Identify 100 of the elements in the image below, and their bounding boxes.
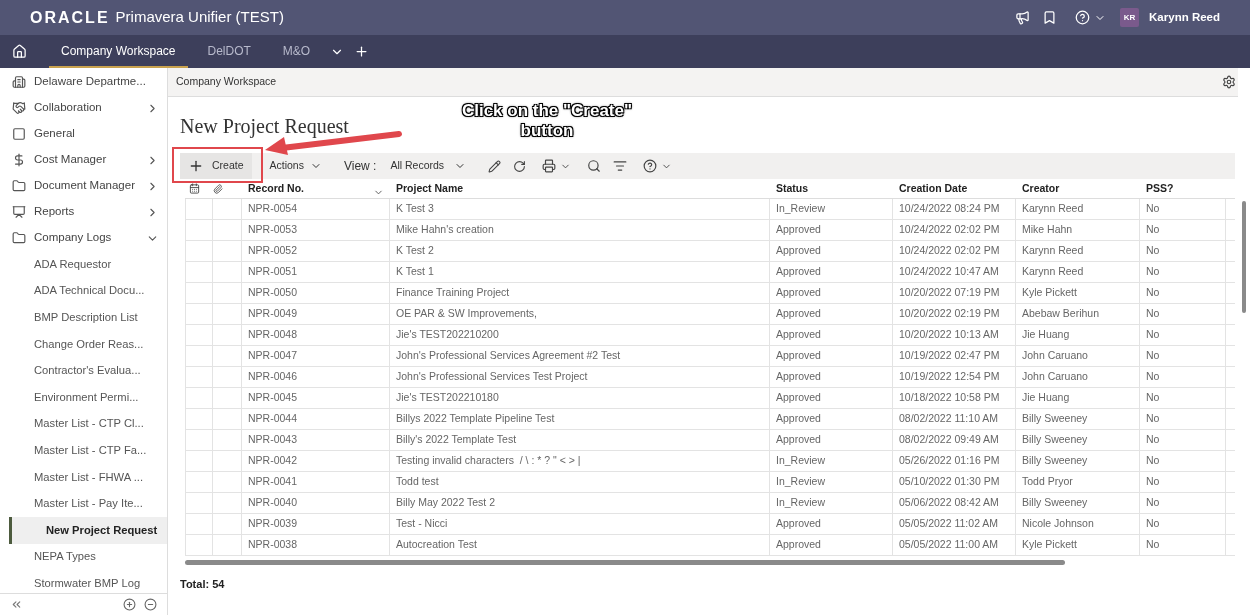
table-cell: 10/24/2022 02:02 PM <box>893 220 1016 240</box>
table-cell: NPR-0040 <box>242 493 390 513</box>
table-cell: No <box>1140 451 1226 471</box>
table-cell: 10/18/2022 10:58 PM <box>893 388 1016 408</box>
sidebar-item[interactable]: Cost Manager <box>34 151 146 169</box>
actions-menu[interactable]: Actions <box>269 158 322 174</box>
sidebar-subitem[interactable]: Stormwater BMP Log <box>0 570 167 593</box>
table-cell: Approved <box>770 409 893 429</box>
table-cell: No <box>1140 514 1226 534</box>
table-cell: Approved <box>770 367 893 387</box>
table-cell: No <box>1140 472 1226 492</box>
create-button[interactable]: Create <box>180 153 252 179</box>
table-cell: No <box>1140 346 1226 366</box>
sidebar-item[interactable]: Collaboration <box>34 99 146 117</box>
table-cell: In_Review <box>770 493 893 513</box>
table-cell: Nicole Johnson <box>1016 514 1140 534</box>
table-cell: No <box>1140 220 1226 240</box>
table-cell: NPR-0043 <box>242 430 390 450</box>
table-cell: Billy Sweeney <box>1016 409 1140 429</box>
table-cell: Mike Hahn's creation <box>390 220 770 240</box>
table-cell: No <box>1140 199 1226 219</box>
sidebar-subitem[interactable]: ADA Technical Docu... <box>0 277 167 305</box>
collapse-icon[interactable] <box>10 598 23 611</box>
add-icon[interactable] <box>354 44 370 59</box>
sidebar-subitem[interactable]: ADA Requestor <box>0 251 167 278</box>
table-cell: NPR-0048 <box>242 325 390 345</box>
sidebar-subitem[interactable]: New Project Request <box>9 516 167 544</box>
table-cell: No <box>1140 388 1226 408</box>
user-name[interactable]: Karynn Reed <box>1149 8 1220 27</box>
breadcrumb[interactable]: Company Workspace <box>176 74 277 90</box>
annotation-text: Click on the "Create" button <box>460 101 634 141</box>
table-cell: 05/06/2022 08:42 AM <box>893 493 1016 513</box>
table-cell: NPR-0049 <box>242 304 390 324</box>
table-cell: No <box>1140 493 1226 513</box>
workspace-tab[interactable]: DelDOT <box>195 35 263 68</box>
table-cell: 10/24/2022 08:24 PM <box>893 199 1016 219</box>
settings-icon[interactable] <box>1222 75 1236 89</box>
horizontal-scrollbar[interactable] <box>185 559 1065 565</box>
table-cell: Approved <box>770 241 893 261</box>
sidebar-item[interactable]: General <box>34 125 159 143</box>
sidebar-subitem[interactable]: Master List - Pay Ite... <box>0 490 167 517</box>
column-header[interactable]: Creator <box>1022 180 1060 197</box>
table-cell: K Test 2 <box>390 241 770 261</box>
column-header[interactable]: Project Name <box>396 180 464 197</box>
table-cell: 05/05/2022 11:00 AM <box>893 535 1016 555</box>
table-cell: No <box>1140 409 1226 429</box>
table-cell: In_Review <box>770 451 893 471</box>
view-label: View : <box>343 158 377 175</box>
calendar-icon <box>189 183 200 194</box>
column-header[interactable]: Creation Date <box>899 180 968 197</box>
user-avatar[interactable]: KR <box>1120 8 1140 27</box>
sidebar-subitem[interactable]: Change Order Reas... <box>0 330 167 358</box>
edit-icon[interactable] <box>488 159 502 173</box>
column-header[interactable]: Status <box>776 180 809 197</box>
square-icon <box>12 127 26 141</box>
megaphone-icon[interactable] <box>1015 10 1031 25</box>
table-cell: NPR-0045 <box>242 388 390 408</box>
column-header[interactable]: PSS? <box>1146 180 1174 197</box>
table-cell: Approved <box>770 220 893 240</box>
view-select[interactable]: All Records <box>390 158 467 174</box>
table-cell: 10/20/2022 07:19 PM <box>893 283 1016 303</box>
table-cell: Billy Sweeney <box>1016 493 1140 513</box>
table-cell: Billy Sweeney <box>1016 430 1140 450</box>
home-icon[interactable] <box>12 44 27 59</box>
sidebar-item[interactable]: Delaware Departme... <box>34 73 159 91</box>
table-cell: NPR-0041 <box>242 472 390 492</box>
vertical-scrollbar[interactable] <box>1242 201 1246 313</box>
table-cell: Kyle Pickett <box>1016 535 1140 555</box>
table-cell: Kyle Pickett <box>1016 283 1140 303</box>
zoom-in-icon[interactable] <box>123 598 136 611</box>
table-cell: Jie's TEST202210180 <box>390 388 770 408</box>
sidebar-subitem[interactable]: Master List - CTP Fa... <box>0 437 167 464</box>
table-cell: Karynn Reed <box>1016 241 1140 261</box>
table-cell: K Test 1 <box>390 262 770 282</box>
sidebar-item[interactable]: Reports <box>34 203 146 221</box>
sidebar-subitem[interactable]: NEPA Types <box>0 543 167 571</box>
product-name: Primavera Unifier (TEST) <box>115 7 284 28</box>
refresh-icon[interactable] <box>513 159 527 173</box>
building-icon <box>12 75 26 89</box>
table-cell: 10/20/2022 02:19 PM <box>893 304 1016 324</box>
sidebar-subitem[interactable]: Master List - CTP Cl... <box>0 410 167 438</box>
print-icon[interactable] <box>542 159 557 173</box>
table-cell: NPR-0046 <box>242 367 390 387</box>
filter-icon[interactable] <box>613 159 628 173</box>
table-cell: Karynn Reed <box>1016 199 1140 219</box>
search-icon[interactable] <box>587 159 602 173</box>
table-cell: No <box>1140 535 1226 555</box>
sidebar-subitem[interactable]: Master List - FHWA ... <box>0 463 167 491</box>
column-header[interactable]: Record No. <box>248 180 304 197</box>
sidebar-item[interactable]: Document Manager <box>34 177 146 195</box>
help-icon[interactable] <box>643 159 658 173</box>
sidebar-subitem[interactable]: Environment Permi... <box>0 383 167 411</box>
sidebar-subitem[interactable]: Contractor's Evalua... <box>0 357 167 384</box>
sidebar-item[interactable]: Company Logs <box>34 229 146 247</box>
zoom-out-icon[interactable] <box>144 598 157 611</box>
bookmark-icon[interactable] <box>1042 10 1058 25</box>
table-cell: Billy Sweeney <box>1016 451 1140 471</box>
workspace-tab[interactable]: M&O <box>270 35 323 68</box>
sidebar-subitem[interactable]: BMP Description List <box>0 304 167 331</box>
table-cell: NPR-0052 <box>242 241 390 261</box>
